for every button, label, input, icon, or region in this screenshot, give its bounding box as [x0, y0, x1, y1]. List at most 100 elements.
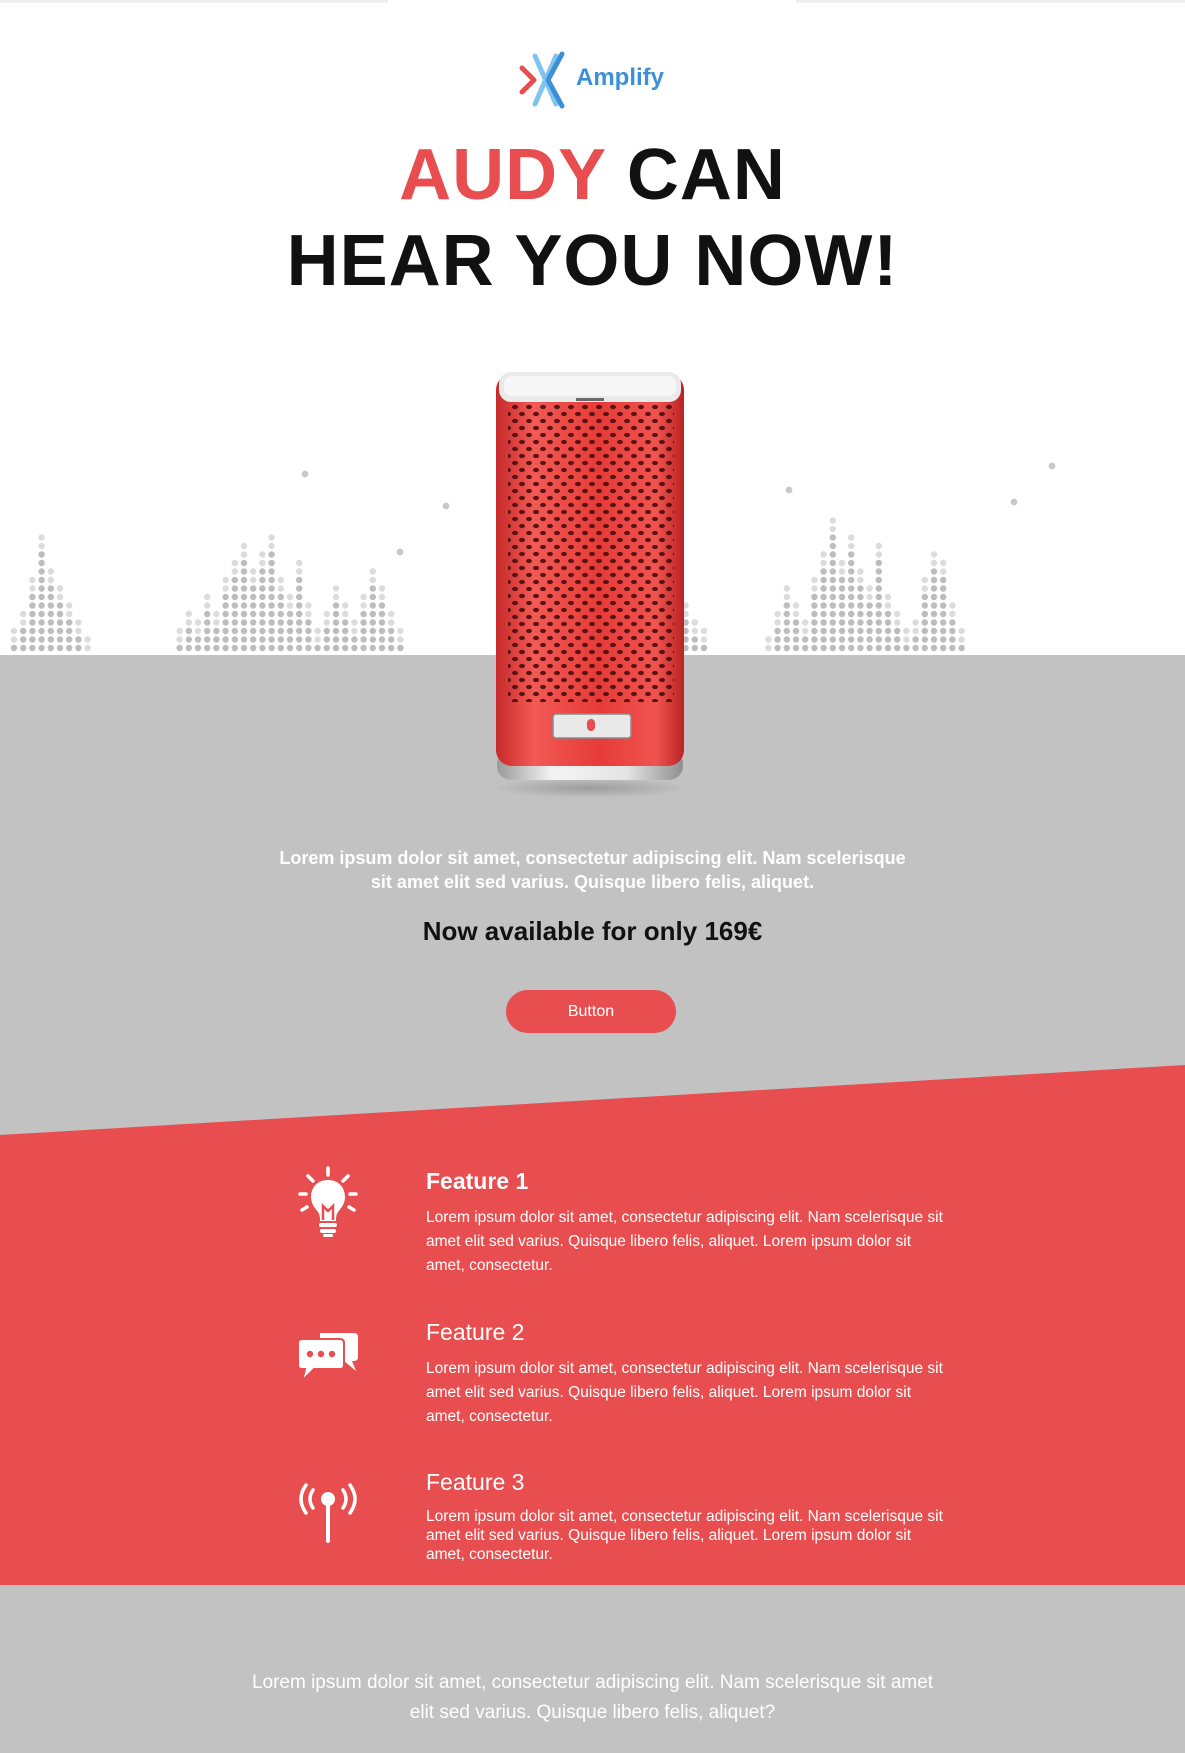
equalizer-dot [204, 602, 211, 609]
equalizer-dot [811, 644, 818, 652]
equalizer-dot [848, 551, 855, 558]
equalizer-dot [332, 619, 340, 626]
equalizer-dot [231, 593, 238, 601]
equalizer-dot [820, 619, 827, 626]
equalizer-dot [820, 559, 827, 567]
equalizer-dot [259, 602, 266, 609]
equalizer-dot [691, 644, 698, 652]
equalizer-dot [838, 576, 846, 584]
equalizer-dot [259, 627, 266, 635]
equalizer-dot [277, 585, 284, 592]
equalizer-dot [949, 636, 956, 643]
equalizer-dot [194, 644, 202, 652]
equalizer-dot [29, 636, 36, 643]
equalizer-dot [268, 627, 275, 635]
equalizer-dot [442, 502, 450, 510]
equalizer-dot [829, 517, 836, 524]
equalizer-dot [222, 610, 229, 618]
equalizer-dot [259, 559, 266, 567]
equalizer-dot [848, 534, 855, 541]
equalizer-dot [949, 619, 956, 626]
cta-button[interactable]: Button [506, 990, 676, 1033]
equalizer-dot [829, 636, 836, 643]
equalizer-dot [222, 619, 229, 626]
equalizer-dot [875, 644, 882, 652]
equalizer-dot [912, 619, 919, 626]
equalizer-dot [792, 636, 800, 643]
antenna-icon [299, 1483, 357, 1543]
equalizer-dot [332, 602, 340, 609]
equalizer-dot [875, 551, 882, 558]
equalizer-dot [884, 627, 892, 635]
equalizer-dot [848, 568, 855, 575]
equalizer-dot [388, 610, 395, 618]
equalizer-dot [20, 644, 27, 652]
equalizer-dot [388, 627, 395, 635]
chat-bubbles-icon [297, 1333, 358, 1385]
equalizer-dot [949, 644, 956, 652]
equalizer-dot [1048, 462, 1056, 470]
equalizer-dot [360, 644, 367, 652]
equalizer-dot [240, 619, 248, 626]
equalizer-dot [783, 593, 790, 601]
equalizer-dot [829, 644, 836, 652]
equalizer-dot [857, 627, 864, 635]
equalizer-dot [829, 619, 836, 626]
equalizer-dot [204, 627, 211, 635]
equalizer-dot [66, 610, 73, 618]
equalizer-dot [903, 636, 910, 643]
hero-headline: AUDY CAN HEAR YOU NOW! [0, 132, 1185, 304]
equalizer-dot [838, 610, 846, 618]
equalizer-dot [259, 644, 266, 652]
equalizer-dot [277, 602, 284, 609]
equalizer-dot [930, 568, 938, 575]
equalizer-dot [921, 636, 928, 643]
equalizer-dot [38, 551, 45, 558]
equalizer-dot [66, 644, 73, 652]
equalizer-dot [268, 534, 275, 541]
lightbulb-icon [298, 1166, 358, 1237]
equalizer-dot [342, 610, 349, 618]
equalizer-dot [231, 636, 238, 643]
equalizer-dot [378, 619, 386, 626]
headline-rest: CAN [605, 135, 786, 215]
equalizer-dot [222, 602, 229, 609]
equalizer-dot [700, 627, 708, 635]
equalizer-dot [250, 568, 257, 575]
equalizer-dot [940, 619, 947, 626]
equalizer-dot [38, 610, 45, 618]
equalizer-dot [250, 593, 257, 601]
equalizer-dot [875, 593, 882, 601]
amplify-logo[interactable]: Amplify [518, 50, 668, 114]
equalizer-dot [866, 636, 873, 643]
equalizer-dot [894, 644, 901, 652]
equalizer-dot [940, 627, 947, 635]
equalizer-dot [829, 559, 836, 567]
equalizer-dot [949, 627, 956, 635]
equalizer-dot [268, 593, 275, 601]
equalizer-dot [397, 644, 404, 652]
equalizer-dot [231, 568, 238, 575]
equalizer-dot [75, 644, 82, 652]
equalizer-dot [38, 593, 45, 601]
equalizer-dot [369, 602, 376, 609]
equalizer-dot [783, 644, 790, 652]
equalizer-dot [774, 619, 781, 626]
equalizer-dot [10, 627, 18, 635]
equalizer-dot [268, 568, 275, 575]
equalizer-dot [204, 593, 211, 601]
equalizer-dot [286, 593, 294, 601]
equalizer-dot [792, 602, 800, 609]
equalizer-dot [305, 636, 312, 643]
equalizer-dot [176, 627, 183, 635]
equalizer-dot [38, 627, 45, 635]
equalizer-dot [949, 602, 956, 609]
equalizer-dot [940, 568, 947, 575]
equalizer-dot [342, 602, 349, 609]
equalizer-dot [305, 644, 312, 652]
equalizer-dot [277, 576, 284, 584]
equalizer-dot [921, 602, 928, 609]
equalizer-dot [222, 585, 229, 592]
equalizer-dot [268, 602, 275, 609]
equalizer-dot [47, 593, 54, 601]
